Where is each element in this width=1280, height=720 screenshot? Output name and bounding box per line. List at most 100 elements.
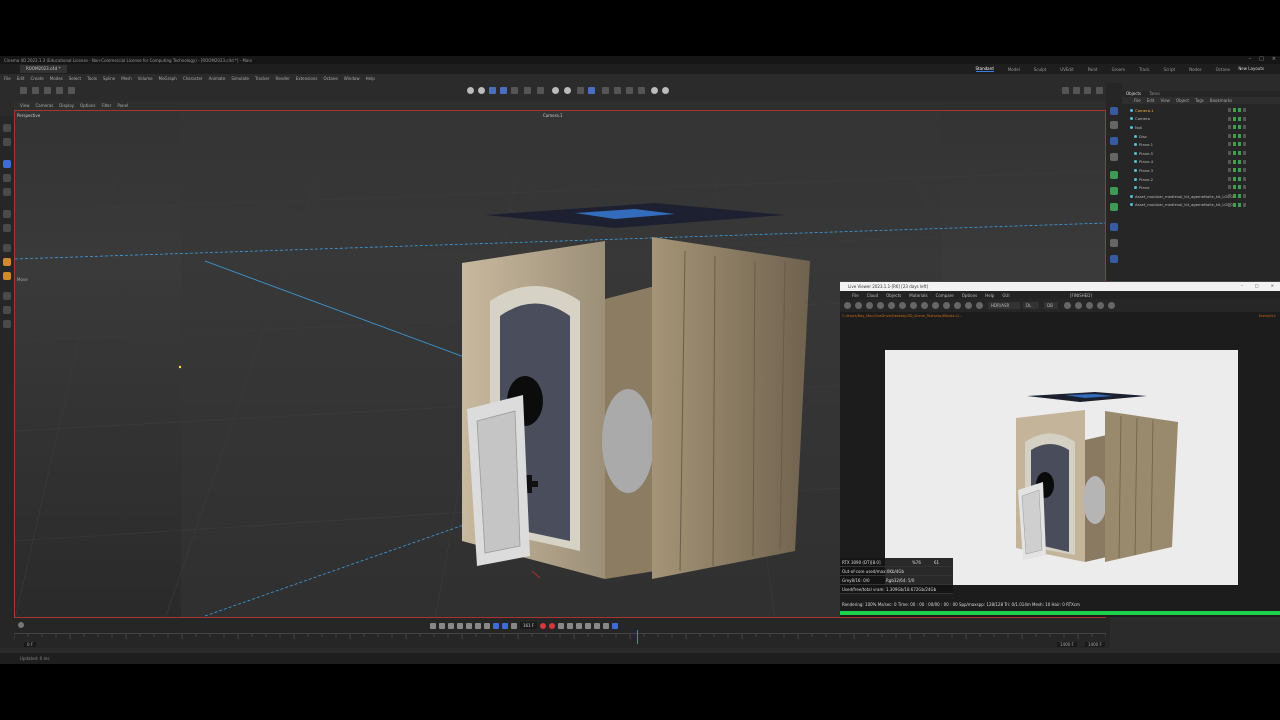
octane-settings-icon[interactable] (888, 302, 895, 309)
viewport-menu-display[interactable]: Display (59, 103, 74, 108)
visibility-check-icon[interactable] (1233, 202, 1236, 207)
menu-file[interactable]: File (4, 76, 11, 81)
key-position-icon[interactable] (567, 622, 574, 629)
layout-tab-track[interactable]: Track (1139, 67, 1149, 72)
axis-z-icon[interactable] (68, 87, 75, 94)
document-tab[interactable]: ROOM2023.c4d * (20, 65, 67, 73)
menu-create[interactable]: Create (30, 76, 43, 81)
octane-render-image[interactable] (885, 350, 1238, 585)
octane-menu-cloud[interactable]: Cloud (867, 293, 878, 298)
tag-icon[interactable] (1243, 125, 1246, 130)
menu-select[interactable]: Select (69, 76, 81, 81)
spline-icon[interactable] (1110, 121, 1118, 129)
tab-objects[interactable]: Objects (1126, 91, 1141, 97)
timeline-start-field[interactable]: 0 F (24, 642, 37, 647)
timeline-ruler[interactable] (13, 633, 1107, 641)
layout-tab-groom[interactable]: Groom (1112, 67, 1125, 72)
undo-icon[interactable] (20, 87, 27, 94)
object-row[interactable]: Asset_modular_medieval_kit_agemettalle_k… (1122, 192, 1280, 201)
edge-mode-icon[interactable] (564, 87, 571, 94)
tag-icon[interactable] (1243, 108, 1246, 112)
viewport-menu-filter[interactable]: Filter (101, 103, 111, 108)
visibility-check-icon[interactable] (1233, 185, 1236, 190)
octane-preset-select[interactable]: DB (1044, 302, 1058, 309)
menu-octane[interactable]: Octane (323, 76, 337, 81)
menu-mesh[interactable]: Mesh (121, 76, 132, 81)
visibility-check-icon[interactable] (1233, 116, 1236, 121)
object-row[interactable]: Plane.3 (1122, 166, 1280, 175)
go-to-end-icon[interactable] (484, 622, 490, 629)
menu-animate[interactable]: Animate (209, 76, 226, 81)
octane-kernel-select[interactable]: HDR/ASR (988, 302, 1020, 309)
tag-icon[interactable] (1228, 116, 1231, 121)
pencil-icon[interactable] (3, 292, 11, 300)
tag-icon[interactable] (1228, 202, 1231, 207)
point-mode-icon[interactable] (614, 87, 621, 94)
render-check-icon[interactable] (1238, 133, 1241, 138)
objects-menu-file[interactable]: File (1134, 98, 1141, 103)
render-check-icon[interactable] (1238, 125, 1241, 130)
tag-icon[interactable] (1243, 142, 1246, 147)
camera-object-icon[interactable] (1110, 239, 1118, 247)
layout-tab-uvedit[interactable]: UVEdit (1060, 67, 1073, 72)
move-icon[interactable] (3, 160, 11, 168)
layout-icon-2[interactable] (1073, 87, 1080, 94)
menu-extensions[interactable]: Extensions (296, 76, 318, 81)
visibility-check-icon[interactable] (1233, 125, 1236, 130)
viewport-menu-options[interactable]: Options (80, 103, 95, 108)
visibility-check-icon[interactable] (1233, 168, 1236, 173)
close-icon[interactable]: × (1272, 56, 1276, 62)
object-row[interactable]: Camera.1 (1122, 106, 1280, 115)
layout-icon-4[interactable] (1096, 87, 1103, 94)
render-check-icon[interactable] (1238, 150, 1241, 155)
timeline-max-field[interactable]: 1400 F (1085, 642, 1105, 647)
text-icon[interactable] (1110, 153, 1118, 161)
menu-modes[interactable]: Modes (50, 76, 63, 81)
menu-edit[interactable]: Edit (17, 76, 25, 81)
octane-maximize-icon[interactable]: □ (1255, 283, 1259, 288)
rotate-icon[interactable] (3, 174, 11, 182)
edit-render-icon[interactable] (500, 87, 507, 94)
tag-icon[interactable] (1228, 168, 1231, 173)
object-row[interactable]: Disc (1122, 132, 1280, 141)
new-layouts-button[interactable]: New Layouts (1238, 66, 1264, 71)
menu-mograph[interactable]: MoGraph (159, 76, 177, 81)
menu-render[interactable]: Render (275, 76, 289, 81)
playhead[interactable] (637, 630, 638, 644)
range-icon[interactable] (502, 622, 508, 629)
menu-spline[interactable]: Spline (103, 76, 115, 81)
previous-frame-icon[interactable] (448, 622, 454, 629)
octane-menu-file[interactable]: File (852, 293, 859, 298)
render-check-icon[interactable] (1238, 185, 1241, 190)
octane-color-icon[interactable] (921, 302, 928, 309)
texture-mode-icon[interactable] (602, 87, 609, 94)
tag-icon[interactable] (1243, 185, 1246, 190)
tag-icon[interactable] (1243, 133, 1246, 138)
polygon-mode-icon[interactable] (552, 87, 559, 94)
record-icon[interactable] (540, 622, 547, 629)
key-rotation-icon[interactable] (576, 622, 583, 629)
layout-tab-nodes[interactable]: Nodes (1189, 67, 1202, 72)
model-mode-icon[interactable] (511, 87, 518, 94)
octane-clay-icon[interactable] (954, 302, 961, 309)
octane-extra-icon-3[interactable] (1086, 302, 1093, 309)
objects-menu-tags[interactable]: Tags (1195, 98, 1204, 103)
extrude-icon[interactable] (3, 224, 11, 232)
octane-focus-icon[interactable] (932, 302, 939, 309)
menu-help[interactable]: Help (366, 76, 375, 81)
octane-menu-help[interactable]: Help (985, 293, 994, 298)
tag-icon[interactable] (1243, 159, 1246, 164)
render-check-icon[interactable] (1238, 142, 1241, 147)
visibility-check-icon[interactable] (1233, 193, 1236, 198)
render-view-icon[interactable] (467, 87, 474, 94)
play-icon[interactable] (457, 622, 463, 629)
menu-tracker[interactable]: Tracker (255, 76, 269, 81)
render-check-icon[interactable] (1238, 108, 1241, 112)
layout-tab-standard[interactable]: Standard (975, 66, 994, 72)
tag-icon[interactable] (1228, 176, 1231, 181)
octane-channel-select[interactable]: DL (1023, 302, 1039, 309)
object-row[interactable]: Plane.2 (1122, 175, 1280, 184)
minimize-icon[interactable]: – (1249, 56, 1252, 62)
measure-icon[interactable] (3, 320, 11, 328)
tag-icon[interactable] (1243, 116, 1246, 121)
